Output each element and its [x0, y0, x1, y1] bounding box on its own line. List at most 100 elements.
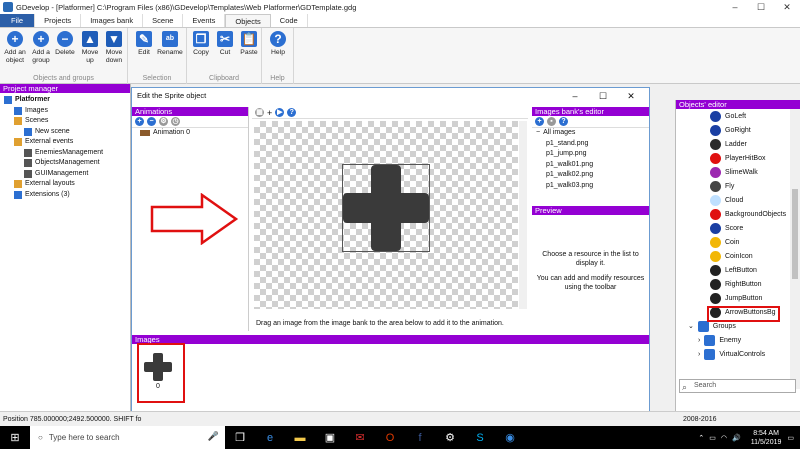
canvas-scrollbar[interactable] — [519, 121, 527, 309]
close-button[interactable]: ✕ — [774, 0, 800, 14]
tree-item[interactable]: ObjectsManagement — [2, 158, 130, 169]
tab-objects[interactable]: Objects — [225, 14, 271, 27]
dialog-close-button[interactable]: ✕ — [617, 88, 645, 104]
status-bar: Position 785.000000;2492.500000. SHIFT f… — [0, 411, 800, 426]
add-object-button[interactable]: + Add an object — [2, 31, 28, 65]
help-button[interactable]: ? Help — [265, 31, 291, 57]
taskbar-search-input[interactable]: ○ Type here to search 🎤 — [30, 426, 225, 449]
dialog-maximize-button[interactable]: ☐ — [589, 88, 617, 104]
folder-icon[interactable]: ▪ — [547, 117, 556, 126]
bank-image-item[interactable]: p1_stand.png — [532, 139, 649, 150]
object-item[interactable]: RightButton — [676, 277, 790, 291]
tree-item[interactable]: Scenes — [2, 116, 130, 127]
notifications-icon[interactable]: ▭ — [787, 434, 794, 442]
object-item[interactable]: Coin — [676, 235, 790, 249]
move-down-button[interactable]: ▼ Move down — [101, 31, 127, 65]
tab-file[interactable]: File — [0, 14, 36, 27]
animation-settings-icon[interactable]: ⚙ — [159, 117, 168, 126]
bank-image-item[interactable]: p1_walk03.png — [532, 181, 649, 192]
paste-button[interactable]: 📋 Paste — [236, 31, 262, 57]
bank-image-item[interactable]: p1_walk01.png — [532, 160, 649, 171]
object-item[interactable]: CoinIcon — [676, 249, 790, 263]
tree-item[interactable]: External events — [2, 137, 130, 148]
windows-start-icon[interactable]: ⊞ — [0, 426, 30, 449]
battery-icon[interactable]: ▭ — [709, 434, 716, 442]
objects-search-input[interactable]: ⌕ Search — [679, 379, 796, 393]
object-item[interactable]: Ladder — [676, 137, 790, 151]
edit-button[interactable]: ✎ Edit — [131, 31, 157, 57]
settings-icon[interactable]: ⚙ — [435, 426, 465, 449]
object-item[interactable]: Cloud — [676, 193, 790, 207]
tree-item[interactable]: Images — [2, 106, 130, 117]
tab-events[interactable]: Events — [183, 14, 226, 27]
add-group-button[interactable]: + Add a group — [28, 31, 54, 65]
add-point-icon[interactable]: + — [267, 108, 272, 118]
add-animation-icon[interactable]: + — [135, 117, 144, 126]
status-years: 2008-2016 — [683, 416, 717, 423]
scrollbar-thumb[interactable] — [792, 189, 798, 279]
object-item[interactable]: Score — [676, 221, 790, 235]
skype-icon[interactable]: S — [465, 426, 495, 449]
add-image-icon[interactable]: + — [535, 117, 544, 126]
facebook-icon[interactable]: f — [405, 426, 435, 449]
tree-item[interactable]: GUIManagement — [2, 169, 130, 180]
sprite-canvas[interactable] — [254, 121, 518, 309]
store-icon[interactable]: ▣ — [315, 426, 345, 449]
object-item[interactable]: PlayerHitBox — [676, 151, 790, 165]
cut-button[interactable]: ✂ Cut — [212, 31, 238, 57]
event-icon — [24, 159, 32, 168]
bank-root-item[interactable]: − All images — [532, 128, 649, 139]
edge-icon[interactable]: e — [255, 426, 285, 449]
play-icon[interactable]: ▶ — [275, 108, 285, 117]
rename-button[interactable]: ab Rename — [157, 31, 183, 57]
task-view-icon[interactable]: ❒ — [225, 426, 255, 449]
chevron-right-icon: › — [698, 350, 701, 358]
tree-item[interactable]: Extensions (3) — [2, 190, 130, 201]
file-explorer-icon[interactable]: ▬ — [285, 426, 315, 449]
object-item[interactable]: Fly — [676, 179, 790, 193]
move-up-button[interactable]: ▲ Move up — [77, 31, 103, 65]
network-icon[interactable]: ◠ — [721, 434, 727, 442]
object-item[interactable]: GoRight — [676, 123, 790, 137]
animation-item[interactable]: Animation 0 — [132, 128, 248, 139]
remove-animation-icon[interactable]: − — [147, 117, 156, 126]
delete-button[interactable]: − Delete — [52, 31, 78, 57]
objects-scrollbar[interactable] — [790, 109, 800, 389]
microphone-icon[interactable]: 🎤 — [208, 431, 219, 442]
group-item[interactable]: › Enemy — [676, 333, 790, 347]
object-item[interactable]: BackgroundObjects — [676, 207, 790, 221]
help-icon[interactable]: ? — [559, 117, 568, 126]
bank-image-item[interactable]: p1_walk02.png — [532, 170, 649, 181]
maximize-button[interactable]: ☐ — [748, 0, 774, 14]
bank-image-item[interactable]: p1_jump.png — [532, 149, 649, 160]
gdevelop-taskbar-icon[interactable]: ◉ — [495, 426, 525, 449]
object-item[interactable]: GoLeft — [676, 109, 790, 123]
tab-code[interactable]: Code — [271, 14, 308, 27]
project-tree: Platformer Images Scenes New scene External … — [0, 93, 130, 200]
tab-projects[interactable]: Projects — [35, 14, 82, 27]
search-icon: ⌕ — [682, 382, 688, 392]
tab-scene[interactable]: Scene — [143, 14, 184, 27]
tree-item[interactable]: Platformer — [2, 95, 130, 106]
animation-timer-icon[interactable]: ◷ — [171, 117, 180, 126]
object-item[interactable]: SlimeWalk — [676, 165, 790, 179]
object-item[interactable]: JumpButton — [676, 291, 790, 305]
tree-item[interactable]: EnemiesManagement — [2, 148, 130, 159]
help-icon[interactable]: ? — [287, 108, 297, 117]
tree-item[interactable]: External layouts — [2, 179, 130, 190]
tree-item[interactable]: New scene — [2, 127, 130, 138]
opera-icon[interactable]: O — [375, 426, 405, 449]
dialog-minimize-button[interactable]: – — [561, 88, 589, 104]
checkerboard-icon[interactable]: ▦ — [255, 108, 264, 117]
group-item[interactable]: › VirtualControls — [676, 347, 790, 361]
object-label: GoRight — [725, 126, 751, 134]
mail-icon[interactable]: ✉ — [345, 426, 375, 449]
chevron-up-icon[interactable]: ⌃ — [698, 434, 704, 442]
clock[interactable]: 8:54 AM 11/5/2019 — [751, 429, 782, 447]
copy-button[interactable]: ❐ Copy — [188, 31, 214, 57]
object-item[interactable]: LeftButton — [676, 263, 790, 277]
volume-icon[interactable]: 🔊 — [732, 434, 741, 442]
add-object-label: Add an object — [4, 49, 26, 64]
minimize-button[interactable]: – — [722, 0, 748, 14]
tab-images-bank[interactable]: Images bank — [81, 14, 144, 27]
